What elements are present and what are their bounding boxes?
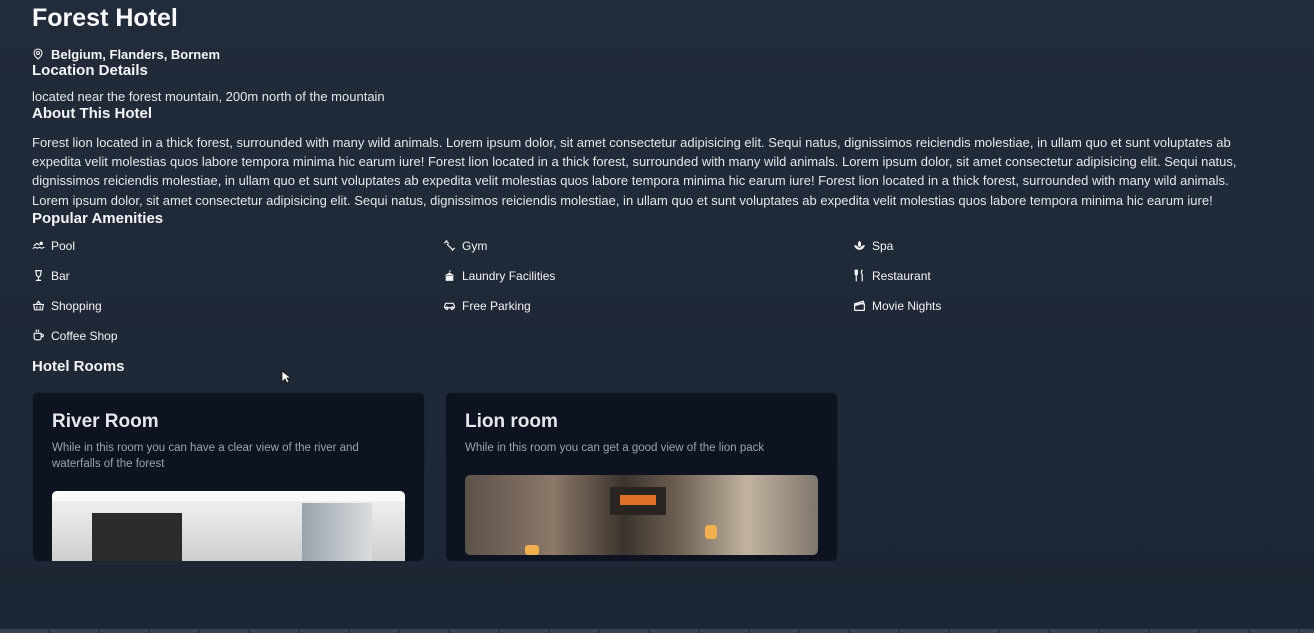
- amenity-label: Bar: [51, 268, 70, 283]
- laundry-icon: [443, 269, 456, 282]
- amenity-pool: Pool: [32, 238, 443, 254]
- amenity-bar: Bar: [32, 268, 443, 284]
- map-pin-icon: [33, 48, 43, 60]
- amenity-label: Laundry Facilities: [462, 268, 556, 283]
- room-title: River Room: [52, 410, 159, 432]
- hotel-title: Forest Hotel: [32, 4, 178, 32]
- room-photo[interactable]: [465, 474, 818, 555]
- room-title: Lion room: [465, 410, 558, 432]
- hotel-location: Belgium, Flanders, Bornem: [32, 46, 1262, 62]
- room-description: While in this room you can get a good vi…: [465, 441, 765, 454]
- spa-icon: [853, 239, 866, 252]
- room-card-lion[interactable]: Lion room While in this room you can get…: [445, 391, 838, 562]
- bar-icon: [32, 269, 45, 282]
- amenities-heading: Popular Amenities: [32, 209, 164, 227]
- amenity-movie-nights: Movie Nights: [853, 298, 1253, 314]
- amenity-label: Gym: [462, 238, 488, 253]
- room-photo[interactable]: [52, 490, 405, 561]
- amenity-coffee-shop: Coffee Shop: [32, 328, 443, 344]
- restaurant-icon: [853, 269, 866, 282]
- scrollbar-strip: [0, 629, 1314, 633]
- hotel-rooms-heading: Hotel Rooms: [32, 357, 125, 375]
- amenity-spa: Spa: [853, 238, 1253, 254]
- gym-icon: [443, 239, 456, 252]
- amenity-parking: Free Parking: [443, 298, 853, 314]
- amenity-label: Coffee Shop: [51, 328, 118, 343]
- amenity-label: Pool: [51, 238, 76, 253]
- location-text: Belgium, Flanders, Bornem: [51, 46, 221, 62]
- amenity-shopping: Shopping: [32, 298, 443, 314]
- amenity-label: Movie Nights: [872, 298, 942, 313]
- pool-icon: [32, 239, 45, 252]
- amenity-label: Free Parking: [462, 298, 531, 313]
- clapperboard-icon: [853, 299, 866, 312]
- rooms-list: River Room While in this room you can ha…: [32, 391, 1262, 562]
- room-card-river[interactable]: River Room While in this room you can ha…: [32, 391, 425, 562]
- amenity-label: Restaurant: [872, 268, 931, 283]
- about-text: Forest lion located in a thick forest, s…: [32, 135, 1237, 208]
- car-icon: [443, 299, 456, 312]
- amenity-restaurant: Restaurant: [853, 268, 1253, 284]
- amenity-label: Shopping: [51, 298, 102, 313]
- coffee-cup-icon: [32, 329, 45, 342]
- mouse-cursor-icon: [281, 370, 291, 384]
- amenity-gym: Gym: [443, 238, 853, 254]
- location-details-text: located near the forest mountain, 200m n…: [32, 89, 385, 104]
- room-description: While in this room you can have a clear …: [52, 441, 359, 470]
- about-heading: About This Hotel: [32, 105, 152, 122]
- location-details-heading: Location Details: [32, 62, 148, 79]
- amenities-list: Pool Gym Spa Bar Laundry Facilities Rest…: [32, 238, 1262, 358]
- shopping-basket-icon: [32, 299, 45, 312]
- amenity-laundry: Laundry Facilities: [443, 268, 853, 284]
- amenity-label: Spa: [872, 238, 894, 253]
- hotel-details: Forest Hotel Belgium, Flanders, Bornem L…: [32, 0, 1262, 562]
